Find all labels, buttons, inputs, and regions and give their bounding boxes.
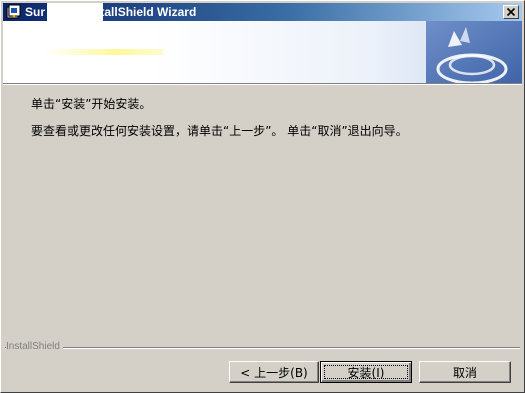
instruction-line-1: 单击“安装”开始安装。 [31, 97, 152, 111]
installer-icon [6, 4, 21, 19]
installer-window: Sur er 7.2 InstallShield Wizard 单击“安装”开始… [0, 0, 525, 393]
close-button[interactable] [503, 5, 519, 19]
installshield-brand-label: InstallShield [6, 341, 63, 353]
footer-divider [5, 347, 520, 349]
install-button-label: 安装(I) [347, 366, 385, 380]
banner-separator [3, 83, 522, 85]
back-button[interactable]: < 上一步(B) [229, 361, 319, 383]
instruction-line-2: 要查看或更改任何安装设置，请单击“上一步”。 单击“取消”退出向导。 [31, 124, 408, 138]
wizard-banner [3, 21, 522, 83]
banner-stripe [43, 49, 163, 55]
close-icon [506, 7, 516, 17]
title-bar[interactable]: Sur er 7.2 InstallShield Wizard [3, 3, 522, 21]
cancel-button[interactable]: 取消 [419, 361, 511, 383]
installshield-logo-icon [426, 21, 522, 83]
install-button[interactable]: 安装(I) [320, 361, 412, 383]
title-occlusion [47, 3, 103, 21]
